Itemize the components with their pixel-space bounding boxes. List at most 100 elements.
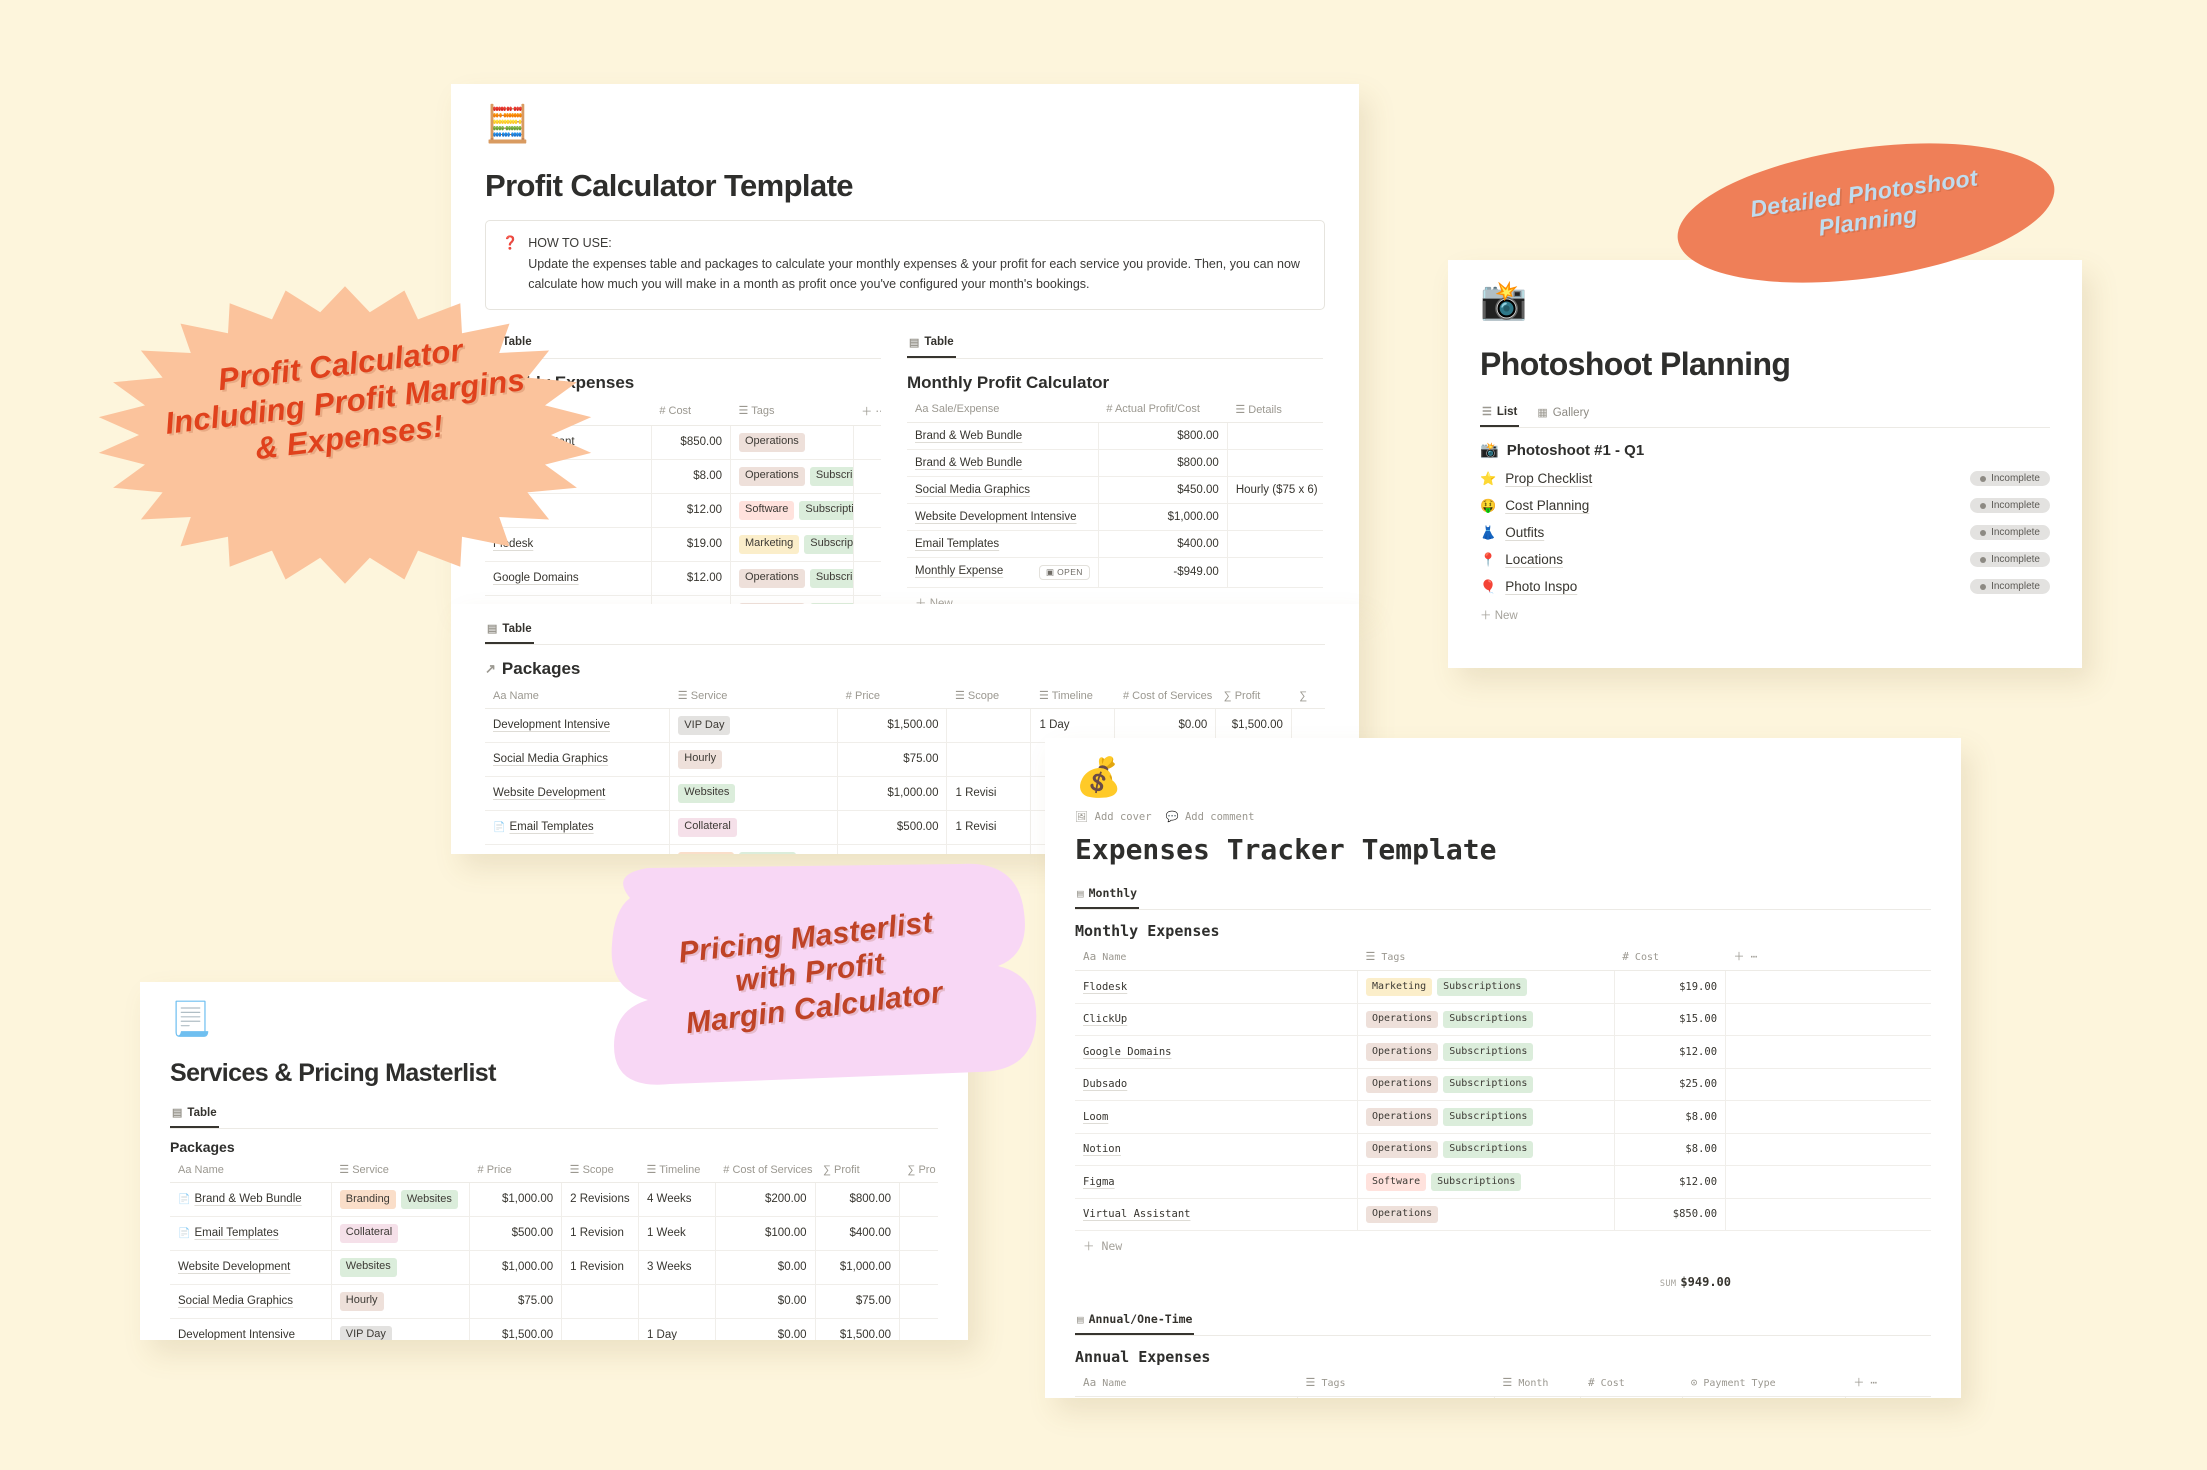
cell-cost-of-services[interactable]: $100.00: [715, 1216, 816, 1251]
cell-sale-expense[interactable]: Website Development Intensive: [907, 503, 1099, 531]
table-row[interactable]: Website Development Websites $1,000.00 1 Re…: [170, 1250, 938, 1285]
table-row[interactable]: Dubsado$25.00OperationsSubscriptions: [485, 595, 881, 604]
cell-actual-profit[interactable]: $800.00: [1098, 422, 1228, 450]
row-name[interactable]: Virtual Assistant: [1083, 1208, 1190, 1220]
row-name[interactable]: Brand & Web Bundle: [915, 457, 1022, 469]
cell-cost-of-services[interactable]: $0.00: [715, 1318, 816, 1340]
row-name[interactable]: Monthly Expense: [915, 565, 1003, 577]
cell-cost[interactable]: $12.00: [651, 561, 732, 596]
col-actual-profit[interactable]: # Actual Profit/Cost: [1098, 396, 1228, 423]
cell-name[interactable]: Development Intensive: [170, 1318, 332, 1340]
col-sv-profit-margin[interactable]: ∑ Pro: [899, 1157, 938, 1183]
cell-name[interactable]: Dubsado: [1075, 1068, 1358, 1101]
cell-timeline[interactable]: 1 Week: [638, 1216, 716, 1251]
open-page-button[interactable]: ▣ OPEN: [1038, 564, 1090, 580]
cell-cost-of-services[interactable]: $0.00: [715, 1250, 816, 1285]
item-label[interactable]: Photo Inspo: [1505, 579, 1577, 594]
col-ae-month[interactable]: ☰ Month: [1494, 1368, 1581, 1397]
cell-actual-profit[interactable]: $450.00: [1098, 476, 1228, 504]
col-cost[interactable]: # Cost: [651, 396, 731, 426]
cell-timeline[interactable]: 3 Weeks: [638, 1250, 716, 1285]
cell-name[interactable]: 📄 Email Templates: [485, 810, 671, 845]
cell-scope[interactable]: 1 Revisi: [946, 810, 1032, 845]
cell-cost-of-services[interactable]: $200.00: [715, 1182, 816, 1217]
cell-tags[interactable]: MarketingSubscriptions: [730, 527, 854, 562]
row-name[interactable]: ClickUp: [1083, 1013, 1127, 1025]
list-item[interactable]: 👗 Outfits Incomplete: [1480, 519, 2050, 546]
list-item[interactable]: 📍 Locations Incomplete: [1480, 546, 2050, 573]
cell-month[interactable]: January: [1494, 1396, 1581, 1398]
row-name[interactable]: Social Media Graphics: [915, 484, 1030, 496]
tab-list[interactable]: ☰ List: [1480, 401, 1520, 427]
table-row[interactable]: Brand & Web Bundle $800.00: [907, 449, 1323, 477]
cell-name[interactable]: Virtual Assistant: [1075, 1198, 1358, 1231]
col-pk-overflow[interactable]: ∑: [1291, 683, 1325, 709]
table-row[interactable]: Social Media Graphics Hourly $75.00 $0.00 $7…: [170, 1284, 938, 1319]
col-me-cost[interactable]: # Cost: [1614, 942, 1726, 971]
cell-service[interactable]: Collateral: [669, 810, 839, 845]
cell-tags[interactable]: Operations: [730, 425, 854, 460]
col-sv-timeline[interactable]: ☰ Timeline: [638, 1157, 716, 1183]
table-row[interactable]: 📄 Email Templates Collateral $500.00 1 Revis…: [170, 1216, 938, 1251]
table-row[interactable]: Virtual Assistant Operations $850.00: [1075, 1198, 1931, 1231]
table-row[interactable]: Figma Software Subscriptions $12.00: [1075, 1165, 1931, 1199]
table-row[interactable]: Development Intensive VIP Day $1,500.00 1 D…: [170, 1318, 938, 1340]
cell-cost[interactable]: $25.00: [651, 595, 732, 604]
cell-price[interactable]: $1,000.00: [469, 1250, 563, 1285]
cell-scope[interactable]: [946, 742, 1032, 777]
item-label[interactable]: Locations: [1505, 552, 1563, 567]
row-name[interactable]: Brand & Web Bundle: [194, 1193, 301, 1205]
cell-details[interactable]: [1227, 422, 1323, 450]
cell-sale-expense[interactable]: Brand & Web Bundle: [907, 422, 1099, 450]
col-pk-name[interactable]: Aa Name: [485, 683, 670, 709]
col-sv-name[interactable]: Aa Name: [170, 1157, 332, 1183]
cell-cost[interactable]: $850.00: [651, 425, 732, 460]
tab-gallery[interactable]: ▦ Gallery: [1535, 402, 1591, 426]
add-cover-button[interactable]: 🖼 Add cover: [1075, 810, 1152, 823]
cell-name[interactable]: Website Development: [170, 1250, 332, 1285]
cell-name[interactable]: Social Media Graphics: [170, 1284, 332, 1319]
row-name[interactable]: Google Domains: [1083, 1046, 1172, 1058]
cell-cost[interactable]: $8.00: [1614, 1100, 1727, 1134]
cell-tags[interactable]: SoftwareSubscriptions: [1357, 1165, 1615, 1199]
status-badge[interactable]: Incomplete: [1970, 579, 2050, 594]
cell-actual-profit[interactable]: $1,000.00: [1098, 503, 1228, 531]
cell-tags[interactable]: OperationsSubscriptions: [730, 459, 854, 494]
cell-tags[interactable]: OperationsSubscriptions: [1357, 1003, 1615, 1036]
row-name[interactable]: Loom: [1083, 1111, 1108, 1123]
col-ae-tags[interactable]: ☰ Tags: [1297, 1368, 1495, 1397]
cell-cost[interactable]: $8.00: [1614, 1133, 1727, 1166]
row-name[interactable]: Notion: [1083, 1143, 1121, 1155]
cell-name[interactable]: Website Development: [485, 776, 671, 811]
cell-service[interactable]: Hourly: [669, 742, 839, 777]
cell-scope[interactable]: [946, 708, 1032, 743]
cell-profit[interactable]: $1,500.00: [815, 1318, 901, 1340]
tab-monthly[interactable]: ▤ Monthly: [1075, 882, 1140, 909]
col-sv-scope[interactable]: ☰ Scope: [561, 1157, 639, 1183]
col-pk-service[interactable]: ☰ Service: [669, 683, 838, 709]
status-badge[interactable]: Incomplete: [1970, 525, 2050, 540]
cell-scope[interactable]: 1 Revision: [561, 1216, 639, 1251]
table-row[interactable]: Flodesk Marketing Subscriptions $19.00: [1075, 970, 1931, 1004]
cell-service[interactable]: BrandingWebsites: [331, 1182, 471, 1217]
col-sv-service[interactable]: ☰ Service: [331, 1157, 470, 1183]
add-column-button-2[interactable]: ＋ ⋯: [1725, 942, 1931, 971]
add-comment-button[interactable]: 💬 Add comment: [1166, 810, 1255, 823]
table-row[interactable]: 📄Brand & Web BundleBrandingWebsites$1,00…: [170, 1182, 938, 1217]
row-name[interactable]: Social Media Graphics: [178, 1295, 293, 1307]
cell-details[interactable]: [1227, 449, 1323, 477]
table-row[interactable]: ClickUp Operations Subscriptions $15.00: [1075, 1003, 1931, 1036]
cell-tags[interactable]: OperationsSubscriptions: [730, 595, 854, 604]
cell-tags[interactable]: SoftwareSubscriptions: [730, 493, 854, 528]
cell-actual-profit[interactable]: -$949.00: [1098, 557, 1228, 588]
table-row[interactable]: Dubsado Operations Subscriptions $25.00: [1075, 1068, 1931, 1101]
row-name[interactable]: Email Templates: [194, 1227, 278, 1239]
cell-details[interactable]: [1227, 557, 1323, 588]
cell-cost[interactable]: $15.00: [1614, 1003, 1727, 1036]
col-sv-price[interactable]: # Price: [469, 1157, 562, 1183]
cell-cost[interactable]: $690.00: [1580, 1396, 1684, 1398]
cell-tags[interactable]: OperationsSubscriptions: [1357, 1100, 1615, 1134]
cell-service[interactable]: VIP Day: [331, 1318, 471, 1340]
new-row-button-2[interactable]: ＋ New: [907, 588, 1323, 604]
new-item-button[interactable]: ＋ New: [1480, 600, 2050, 630]
